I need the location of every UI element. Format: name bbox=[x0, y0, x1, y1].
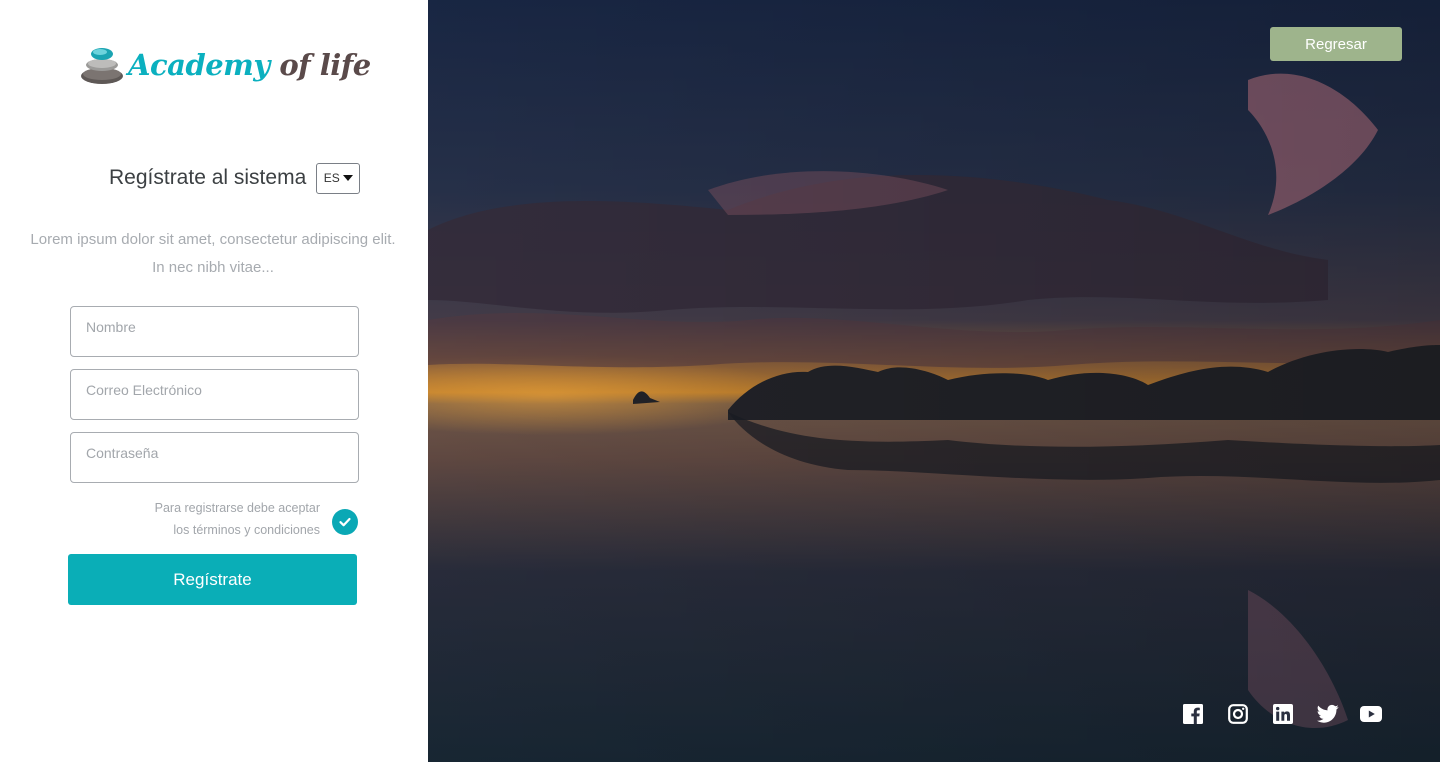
brand-name-part1: Academy bbox=[128, 48, 270, 82]
name-input[interactable] bbox=[70, 306, 359, 357]
language-select[interactable]: ES bbox=[316, 162, 361, 194]
terms-line-1: Para registrarse debe aceptar bbox=[154, 501, 320, 515]
hero-image-panel: Regresar bbox=[428, 0, 1440, 762]
instagram-icon bbox=[1228, 704, 1248, 724]
sunset-lake-image bbox=[428, 0, 1440, 762]
twitter-icon bbox=[1317, 704, 1339, 723]
facebook-link[interactable] bbox=[1182, 703, 1204, 725]
brand-name-part2: of life bbox=[279, 48, 371, 82]
language-value: ES bbox=[323, 171, 340, 185]
youtube-link[interactable] bbox=[1360, 703, 1382, 725]
stones-logo-icon bbox=[81, 48, 123, 84]
brand-name: Academy of life bbox=[128, 48, 371, 82]
description-text: Lorem ipsum dolor sit amet, consectetur … bbox=[30, 231, 396, 276]
terms-checkbox[interactable] bbox=[332, 509, 358, 535]
password-input[interactable] bbox=[70, 432, 359, 483]
register-panel: Academy of life Regístrate al sistema ES… bbox=[0, 0, 428, 762]
youtube-icon bbox=[1360, 706, 1382, 722]
caret-down-icon bbox=[342, 175, 353, 181]
register-button[interactable]: Regístrate bbox=[68, 554, 357, 605]
page-title: Regístrate al sistema bbox=[109, 166, 307, 189]
instagram-link[interactable] bbox=[1227, 703, 1249, 725]
back-button[interactable]: Regresar bbox=[1270, 27, 1402, 61]
facebook-icon bbox=[1183, 704, 1203, 724]
brand-logo[interactable]: Academy of life bbox=[80, 42, 371, 88]
email-input[interactable] bbox=[70, 369, 359, 420]
linkedin-link[interactable] bbox=[1272, 703, 1294, 725]
title-row: Regístrate al sistema ES bbox=[109, 162, 361, 194]
terms-line-2: los términos y condiciones bbox=[173, 523, 320, 537]
check-icon bbox=[339, 517, 351, 527]
twitter-link[interactable] bbox=[1317, 703, 1339, 725]
linkedin-icon bbox=[1273, 704, 1293, 724]
terms-text: Para registrarse debe aceptar los términ… bbox=[120, 497, 320, 541]
